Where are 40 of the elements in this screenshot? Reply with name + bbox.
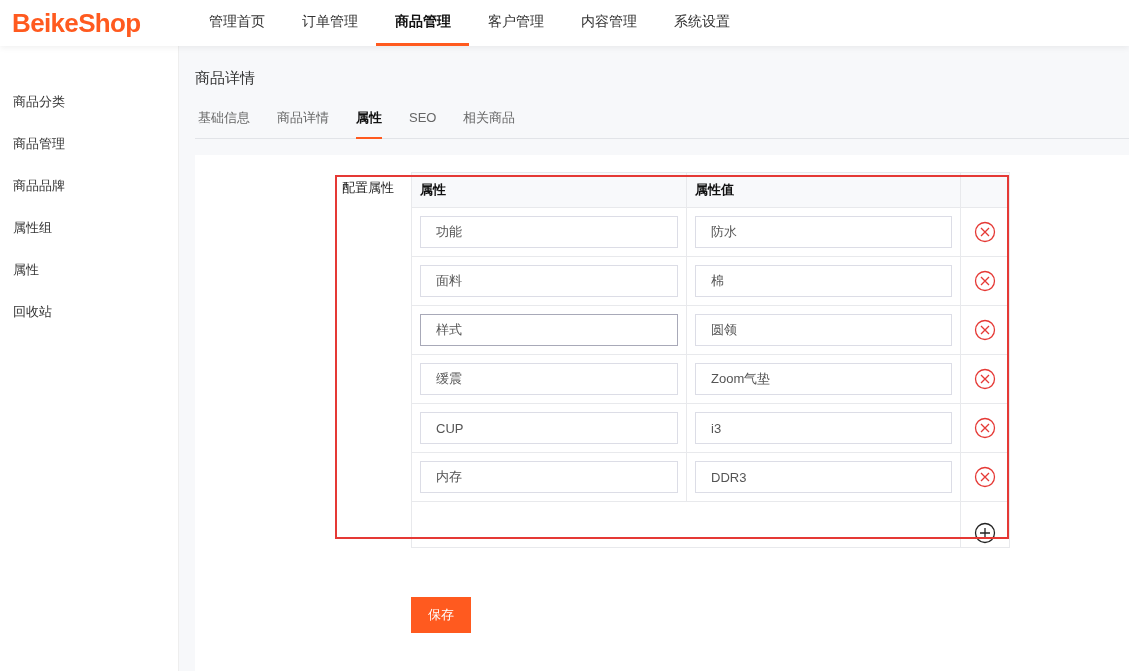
attribute-input[interactable]: 内存 <box>420 461 678 493</box>
nav-tab[interactable]: 商品管理 <box>376 0 469 46</box>
sidebar-item[interactable]: 回收站 <box>0 291 178 333</box>
tab[interactable]: 商品详情 <box>277 108 329 139</box>
nav-tab[interactable]: 管理首页 <box>190 0 283 46</box>
tab[interactable]: 属性 <box>356 108 382 139</box>
column-header: 属性值 <box>686 172 961 208</box>
attribute-input[interactable]: 样式 <box>420 314 678 346</box>
remove-icon[interactable] <box>974 270 996 292</box>
value-input[interactable]: DDR3 <box>695 461 952 493</box>
value-input[interactable]: 防水 <box>695 216 952 248</box>
nav-tab[interactable]: 系统设置 <box>655 0 748 46</box>
sidebar-item[interactable]: 商品管理 <box>0 123 178 165</box>
remove-icon[interactable] <box>974 221 996 243</box>
sidebar-item[interactable]: 商品品牌 <box>0 165 178 207</box>
remove-icon[interactable] <box>974 368 996 390</box>
value-input[interactable]: 棉 <box>695 265 952 297</box>
value-input[interactable]: Zoom气垫 <box>695 363 952 395</box>
attribute-input[interactable]: 面料 <box>420 265 678 297</box>
column-header: 属性 <box>411 172 687 208</box>
nav-tab[interactable]: 客户管理 <box>469 0 562 46</box>
tab[interactable]: 相关商品 <box>463 108 516 139</box>
sidebar-item[interactable]: 商品分类 <box>0 81 178 123</box>
attribute-input[interactable]: 缓震 <box>420 363 678 395</box>
remove-icon[interactable] <box>974 417 996 439</box>
sidebar-item[interactable]: 属性 <box>0 249 178 291</box>
tab[interactable]: SEO <box>409 108 437 139</box>
attribute-input[interactable]: CUP <box>420 412 678 444</box>
value-input[interactable]: 圆领 <box>695 314 952 346</box>
page-title: 商品详情 <box>195 68 255 88</box>
nav-tab[interactable]: 内容管理 <box>562 0 655 46</box>
nav-tab[interactable]: 订单管理 <box>283 0 376 46</box>
remove-icon[interactable] <box>974 319 996 341</box>
form-label: 配置属性 <box>342 179 395 197</box>
sidebar-item[interactable]: 属性组 <box>0 207 178 249</box>
tab[interactable]: 基础信息 <box>198 108 250 139</box>
add-icon[interactable] <box>974 522 996 544</box>
attribute-input[interactable]: 功能 <box>420 216 678 248</box>
remove-icon[interactable] <box>974 466 996 488</box>
value-input[interactable]: i3 <box>695 412 952 444</box>
